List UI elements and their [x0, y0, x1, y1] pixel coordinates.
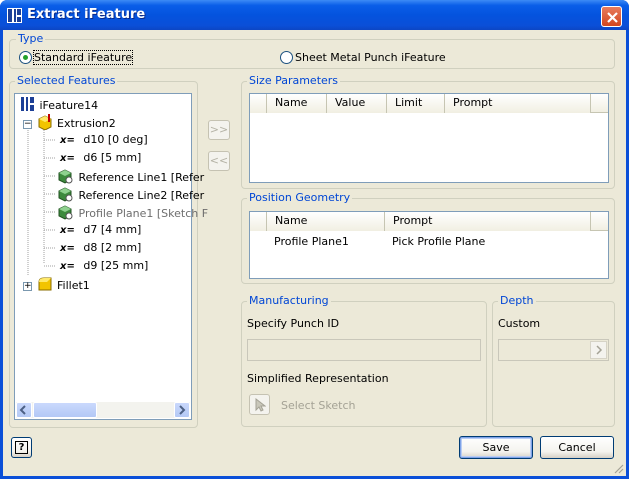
parameter-icon: x= [60, 225, 75, 236]
select-sketch-label: Select Sketch [281, 399, 356, 412]
standard-ifeature-radio[interactable] [19, 51, 32, 64]
punch-id-label: Specify Punch ID [247, 317, 340, 330]
position-geometry-legend: Position Geometry [247, 191, 353, 204]
column-blank [250, 94, 267, 113]
remove-button[interactable]: << [208, 151, 230, 171]
tree-item-reference-line2[interactable]: Reference Line2 [Refer [57, 186, 204, 202]
column-prompt[interactable]: Prompt [385, 212, 591, 231]
column-name[interactable]: Name [267, 94, 327, 113]
tree-item-d6[interactable]: x= d6 [5 mm] [60, 150, 141, 166]
select-sketch-button [249, 394, 270, 415]
cancel-button[interactable]: Cancel [540, 436, 614, 459]
depth-dropdown-button [590, 341, 607, 359]
feature-tree[interactable]: iFeature14 − Extrusion2 x= d10 [0 deg] x… [14, 93, 208, 420]
tree-item-profile-plane1[interactable]: Profile Plane1 [Sketch F [57, 204, 208, 220]
reference-geometry-icon [58, 169, 73, 184]
title-bar[interactable]: Extract iFeature [0, 0, 629, 30]
sheet-metal-punch-label[interactable]: Sheet Metal Punch iFeature [295, 51, 446, 64]
chevron-left-icon [19, 405, 26, 415]
column-limit[interactable]: Limit [387, 94, 445, 113]
tree-item-fillet[interactable]: + Fillet1 [23, 276, 90, 292]
save-button[interactable]: Save [459, 436, 533, 459]
parameter-label: d9 [25 mm] [83, 259, 149, 272]
parameter-label: d8 [2 mm] [83, 241, 142, 254]
tree-item-d9[interactable]: x= d9 [25 mm] [60, 258, 148, 274]
tree-item-reference-line1[interactable]: Reference Line1 [Refer [57, 168, 204, 184]
parameter-icon: x= [60, 153, 75, 164]
parameter-icon: x= [60, 261, 75, 272]
dialog-body: Type Standard iFeature Sheet Metal Punch… [3, 30, 626, 476]
standard-ifeature-label[interactable]: Standard iFeature [32, 50, 134, 65]
parameter-label: d10 [0 deg] [83, 133, 148, 146]
tree-extrusion-label: Extrusion2 [57, 117, 116, 130]
close-button[interactable] [601, 6, 622, 27]
chevron-right-icon [596, 345, 603, 355]
simplified-representation-label: Simplified Representation [247, 372, 389, 385]
type-legend: Type [16, 32, 46, 45]
tree-fillet-label: Fillet1 [57, 279, 90, 292]
parameter-icon: x= [60, 243, 75, 254]
size-parameters-table[interactable]: Name Value Limit Prompt [249, 93, 609, 183]
geometry-label: Profile Plane1 [Sketch F [78, 207, 209, 220]
add-button[interactable]: >> [208, 120, 230, 140]
depth-combo [498, 339, 609, 361]
parameter-label: d7 [4 mm] [83, 223, 142, 236]
cursor-arrow-icon [255, 397, 266, 412]
tree-item-d7[interactable]: x= d7 [4 mm] [60, 222, 141, 238]
tree-item-d10[interactable]: x= d10 [0 deg] [60, 132, 148, 148]
geometry-label: Reference Line2 [Refer [78, 189, 205, 202]
depth-custom-label: Custom [498, 317, 541, 330]
column-name[interactable]: Name [267, 212, 385, 231]
depth-legend: Depth [498, 294, 536, 307]
reference-geometry-icon [58, 205, 73, 220]
row-prompt: Pick Profile Plane [392, 235, 486, 248]
size-parameters-legend: Size Parameters [247, 74, 341, 87]
tree-item-extrusion[interactable]: − Extrusion2 [23, 114, 116, 131]
tree-item-d8[interactable]: x= d8 [2 mm] [60, 240, 141, 256]
manufacturing-legend: Manufacturing [247, 294, 331, 307]
scroll-right-button[interactable] [174, 402, 190, 418]
scroll-left-button[interactable] [16, 402, 32, 418]
ifeature-icon [7, 8, 22, 23]
parameter-icon: x= [60, 135, 75, 146]
reference-geometry-icon [58, 187, 73, 202]
close-icon [607, 12, 618, 23]
column-prompt[interactable]: Prompt [445, 94, 591, 113]
punch-id-input [247, 339, 481, 361]
scroll-thumb[interactable] [33, 402, 97, 418]
row-name: Profile Plane1 [274, 235, 349, 248]
table-row[interactable]: Profile Plane1 Pick Profile Plane [250, 234, 608, 250]
geometry-label: Reference Line1 [Refer [78, 171, 205, 184]
sheet-metal-punch-radio[interactable] [280, 51, 293, 64]
help-button[interactable]: ? [11, 437, 32, 458]
parameter-label: d6 [5 mm] [83, 151, 142, 164]
tree-horizontal-scrollbar[interactable] [16, 402, 190, 418]
chevron-right-icon [179, 405, 186, 415]
help-icon: ? [15, 441, 28, 454]
window-title: Extract iFeature [27, 7, 146, 22]
fillet-icon [38, 277, 51, 291]
expand-toggle[interactable]: + [23, 282, 32, 291]
column-blank [250, 212, 267, 231]
column-value[interactable]: Value [327, 94, 387, 113]
dialog-window: Extract iFeature Type Standard iFeature … [0, 0, 629, 479]
collapse-toggle[interactable]: − [23, 120, 32, 129]
position-geometry-table[interactable]: Name Prompt Profile Plane1 Pick Profile … [249, 211, 609, 279]
selected-features-legend: Selected Features [15, 74, 118, 87]
extrusion-icon [38, 114, 51, 131]
resize-grip-icon[interactable] [612, 462, 624, 474]
